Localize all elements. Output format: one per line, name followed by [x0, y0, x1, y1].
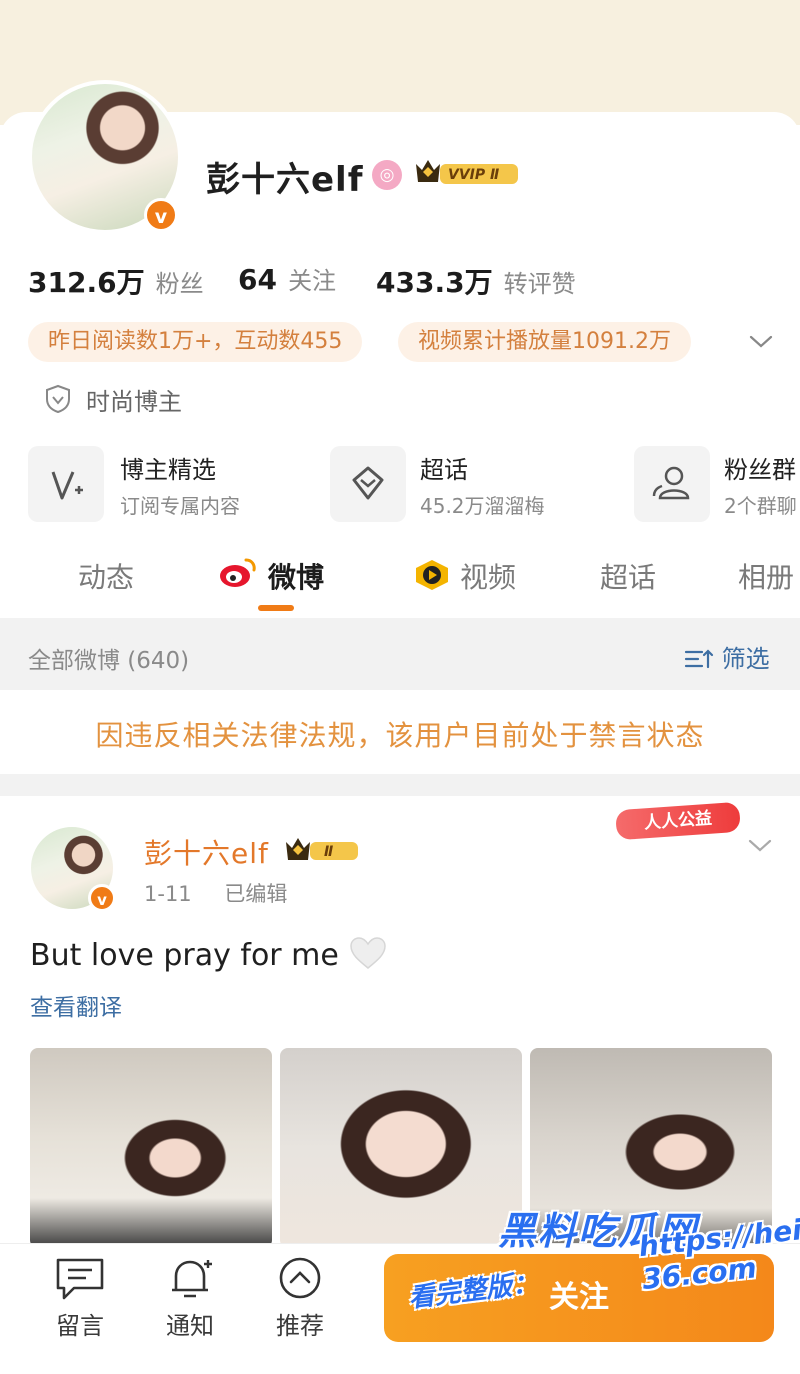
all-weibo-count: 全部微博 (640)	[28, 648, 190, 674]
feature-picks-sub: 订阅专属内容	[120, 494, 240, 518]
post-crown-badge: Ⅱ	[286, 838, 358, 860]
post-edited: 已编辑	[224, 882, 288, 906]
reads-pill[interactable]: 昨日阅读数1万+，互动数455	[28, 322, 363, 362]
bottom-message-label: 留言	[56, 1312, 104, 1340]
stat-following[interactable]: 64 关注	[238, 261, 336, 296]
diamond-icon	[352, 466, 384, 500]
post-photo-1[interactable]	[30, 1048, 272, 1248]
bottom-message-button[interactable]: 留言	[40, 1256, 120, 1341]
pink-search-icon[interactable]: ◎	[372, 160, 402, 190]
tab-weibo[interactable]: 微博	[268, 556, 324, 596]
feature-picks-tile[interactable]	[28, 446, 104, 522]
stat-fans[interactable]: 312.6万 粉丝	[28, 261, 204, 301]
post-crown-label: Ⅱ	[324, 844, 333, 860]
v-plus-icon	[51, 471, 83, 500]
translate-link[interactable]: 查看翻译	[30, 988, 122, 1022]
recommend-icon	[279, 1257, 321, 1299]
tab-supertopic[interactable]: 超话	[600, 556, 656, 596]
verified-v-icon: v	[144, 198, 178, 232]
profile-name: 彭十六elf	[206, 160, 364, 200]
filter-icon	[684, 649, 714, 669]
people-icon	[652, 466, 690, 500]
stat-fans-number: 312.6万	[28, 266, 145, 299]
feature-fangroup-title: 粉丝群	[724, 456, 796, 484]
creator-tag: 时尚博主	[86, 388, 182, 416]
stat-interactions-label: 转评赞	[503, 270, 576, 298]
bottom-recommend-label: 推荐	[276, 1312, 324, 1340]
video-plays-pill[interactable]: 视频累计播放量1091.2万	[398, 322, 691, 362]
post-text: But love pray for me	[30, 935, 388, 973]
stat-interactions[interactable]: 433.3万 转评赞	[376, 261, 576, 301]
feature-supertopic-tile[interactable]	[330, 446, 406, 522]
feature-fangroup-sub: 2个群聊	[724, 494, 797, 518]
bottom-notify-button[interactable]: 通知	[150, 1256, 230, 1341]
active-tab-indicator	[258, 605, 294, 611]
shield-icon	[46, 384, 70, 414]
feature-supertopic-title: 超话	[420, 456, 468, 484]
stat-following-number: 64	[238, 263, 277, 296]
chevron-down-icon[interactable]	[748, 330, 774, 352]
stat-following-label: 关注	[288, 267, 337, 295]
video-icon	[416, 560, 448, 590]
filter-button[interactable]: 筛选	[684, 639, 770, 674]
post-date: 1-11	[144, 882, 192, 906]
ban-notice: 因违反相关法律法规，该用户目前处于禁言状态	[95, 719, 705, 752]
bottom-notify-label: 通知	[166, 1312, 214, 1340]
tab-album[interactable]: 相册	[738, 556, 800, 596]
bell-icon	[172, 1260, 212, 1298]
message-icon	[56, 1258, 104, 1300]
tab-video[interactable]: 视频	[460, 556, 516, 596]
stat-interactions-number: 433.3万	[376, 266, 493, 299]
post-author-name[interactable]: 彭十六elf	[144, 832, 269, 872]
post-photo-2[interactable]	[280, 1048, 522, 1248]
vvip-label: VVIP Ⅱ	[448, 167, 499, 183]
post-verified-icon: v	[88, 884, 116, 912]
post-chevron-down-icon[interactable]	[746, 834, 774, 856]
weibo-logo-icon	[220, 558, 256, 587]
post-text-content: But love pray for me	[30, 938, 339, 973]
filter-label: 筛选	[721, 645, 770, 673]
bottom-recommend-button[interactable]: 推荐	[260, 1256, 340, 1341]
feature-fangroup-tile[interactable]	[634, 446, 710, 522]
feature-supertopic-sub: 45.2万溜溜梅	[420, 494, 545, 518]
section-separator	[0, 774, 800, 796]
stat-fans-label: 粉丝	[155, 270, 204, 298]
post-meta: 1-11 已编辑	[144, 878, 287, 908]
public-welfare-badge: 人人公益	[615, 801, 741, 841]
feature-picks-title: 博主精选	[120, 456, 216, 484]
vvip-crown-badge[interactable]: VVIP Ⅱ	[412, 156, 522, 188]
white-heart-icon	[350, 937, 387, 969]
tab-dynamic[interactable]: 动态	[78, 556, 134, 596]
